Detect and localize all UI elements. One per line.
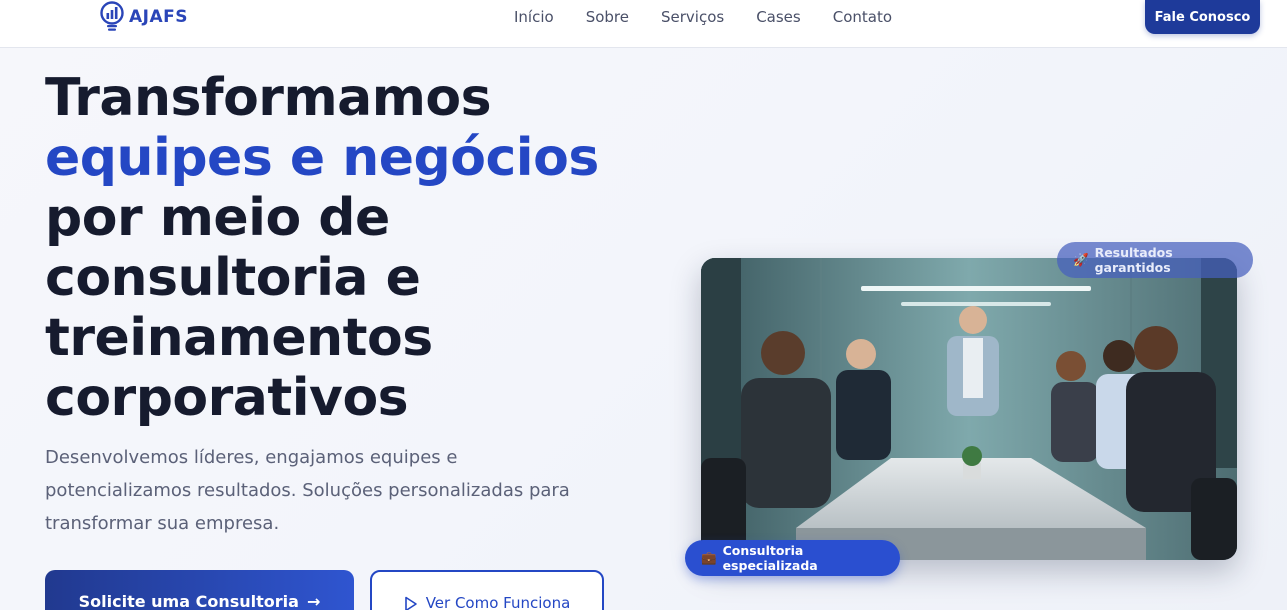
- meeting-photo: [701, 258, 1237, 560]
- hero-title-line: por meio de: [45, 188, 390, 248]
- hero-title-line: Transformamos: [45, 68, 492, 128]
- hero-title-accent: equipes e negócios: [45, 128, 599, 188]
- brand-logo[interactable]: AJAFS: [99, 0, 188, 34]
- rocket-icon: 🚀: [1073, 252, 1089, 267]
- see-how-it-works-label: Ver Como Funciona: [425, 594, 571, 610]
- nav-link-sobre[interactable]: Sobre: [586, 6, 629, 28]
- results-guaranteed-label: Resultados garantidos: [1094, 245, 1173, 275]
- results-guaranteed-badge: 🚀 Resultados garantidos: [1057, 242, 1253, 278]
- arrow-right-icon: →: [306, 592, 321, 610]
- hero-title: Transformamos equipes e negócios por mei…: [45, 68, 665, 428]
- play-icon: [404, 596, 417, 610]
- meeting-illustration: [701, 258, 1237, 560]
- hero-title-line: treinamentos: [45, 308, 433, 368]
- specialized-consulting-label: Consultoria especializada: [722, 543, 818, 573]
- request-consultation-button[interactable]: Solicite uma Consultoria →: [45, 570, 354, 610]
- briefcase-icon: 💼: [701, 550, 717, 565]
- brand-name: AJAFS: [129, 7, 188, 27]
- specialized-consulting-badge: 💼 Consultoria especializada: [685, 540, 900, 576]
- nav-link-servicos[interactable]: Serviços: [661, 6, 724, 28]
- hero-description: Desenvolvemos líderes, engajamos equipes…: [45, 447, 570, 534]
- contact-us-button[interactable]: Fale Conosco: [1145, 0, 1260, 34]
- nav-link-cases[interactable]: Cases: [756, 6, 801, 28]
- nav-link-inicio[interactable]: Início: [514, 6, 554, 28]
- hero-title-line: corporativos: [45, 368, 409, 428]
- see-how-it-works-button[interactable]: Ver Como Funciona: [370, 570, 604, 610]
- nav-link-contato[interactable]: Contato: [833, 6, 892, 28]
- site-header: AJAFS Início Sobre Serviços Cases Contat…: [0, 0, 1287, 48]
- hero-title-line: consultoria e: [45, 248, 421, 308]
- main-nav: Início Sobre Serviços Cases Contato: [514, 6, 924, 28]
- lightbulb-chart-icon: [100, 1, 124, 31]
- request-consultation-label: Solicite uma Consultoria: [78, 592, 299, 610]
